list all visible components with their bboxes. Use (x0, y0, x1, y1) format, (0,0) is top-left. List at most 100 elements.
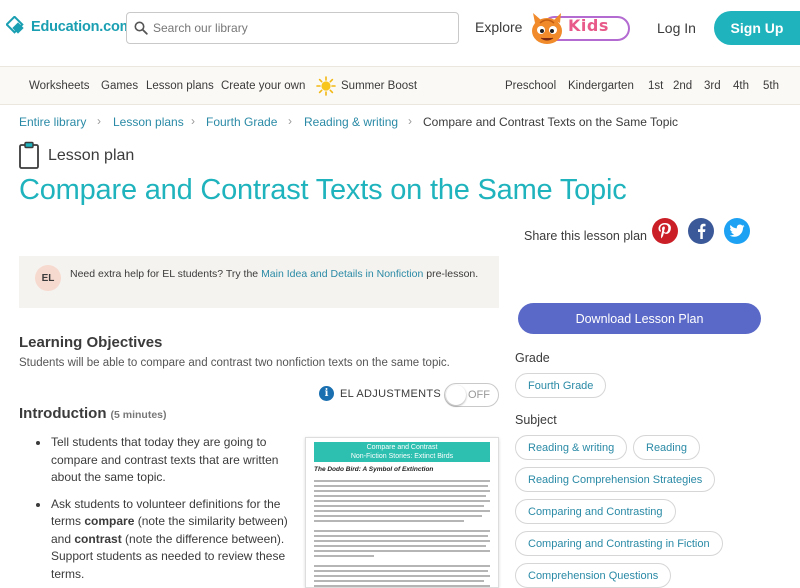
subject-tag[interactable]: Comparing and Contrasting in Fiction (515, 531, 723, 556)
share-label: Share this lesson plan (524, 229, 647, 243)
toggle-state: OFF (468, 389, 490, 401)
worksheet-text-line (314, 555, 374, 557)
term-compare: compare (84, 514, 135, 528)
worksheet-text-line (314, 575, 490, 577)
worksheet-text-line (314, 520, 464, 522)
worksheet-text-line (314, 505, 484, 507)
resource-type-label: Lesson plan (48, 147, 135, 164)
worksheet-text-line (314, 540, 490, 542)
worksheet-text-line (314, 485, 488, 487)
worksheet-text-line (314, 515, 482, 517)
worksheet-text-line (314, 550, 490, 552)
worksheet-text-line (314, 535, 488, 537)
nav-worksheets[interactable]: Worksheets (29, 80, 90, 92)
subject-tag[interactable]: Reading (633, 435, 700, 460)
worksheet-text-line (314, 500, 490, 502)
breadcrumb-item[interactable]: Lesson plans (113, 115, 184, 129)
subject-tag[interactable]: Reading Comprehension Strategies (515, 467, 716, 492)
introduction-title: Introduction (19, 405, 107, 422)
search-icon[interactable] (129, 13, 153, 43)
chevron-right-icon: › (191, 114, 195, 128)
logo-icon (5, 15, 28, 38)
subject-tag[interactable]: Comprehension Questions (515, 563, 672, 588)
worksheet-text-line (314, 565, 490, 567)
worksheet-banner: Compare and Contrast Non-Fiction Stories… (314, 442, 490, 462)
kids-mascot-icon (532, 13, 562, 44)
worksheet-text-line (314, 510, 490, 512)
nav-grade-5th[interactable]: 5th (763, 80, 779, 92)
el-support-note: EL Need extra help for EL students? Try … (19, 256, 499, 308)
nav-grade-2nd[interactable]: 2nd (673, 80, 692, 92)
worksheet-banner-title: Compare and Contrast (366, 444, 438, 451)
nav-grade-1st[interactable]: 1st (648, 80, 663, 92)
el-note-text: Need extra help for EL students? Try the… (70, 266, 480, 282)
worksheet-text-line (314, 530, 490, 532)
explore-link[interactable]: Explore (475, 19, 522, 35)
worksheet-text-line (314, 495, 486, 497)
nav-grade-preschool[interactable]: Preschool (505, 80, 556, 92)
worksheet-text-line (314, 545, 486, 547)
clipboard-icon (19, 141, 39, 169)
kids-link[interactable]: Kids (528, 11, 632, 45)
list-item: Tell students that today they are going … (36, 434, 296, 487)
site-logo[interactable]: Education.com (5, 15, 133, 38)
el-pre-lesson-link[interactable]: Main Idea and Details in Nonfiction (261, 268, 423, 280)
objectives-text: Students will be able to compare and con… (19, 357, 450, 369)
sun-icon (316, 76, 336, 96)
pinterest-share-button[interactable] (652, 218, 678, 244)
twitter-icon (729, 224, 745, 237)
nav-games[interactable]: Games (101, 80, 138, 92)
nav-grade-kindergarten[interactable]: Kindergarten (568, 80, 634, 92)
toggle-knob (446, 385, 466, 405)
worksheet-banner-subtitle: Non-Fiction Stories: Extinct Birds (350, 453, 454, 460)
subject-heading: Subject (515, 413, 557, 427)
nav-lesson-plans[interactable]: Lesson plans (146, 80, 214, 92)
nav-create-your-own[interactable]: Create your own (221, 80, 305, 92)
grade-tag[interactable]: Fourth Grade (515, 373, 607, 398)
facebook-share-button[interactable] (688, 218, 714, 244)
twitter-share-button[interactable] (724, 218, 750, 244)
worksheet-preview[interactable]: Compare and Contrast Non-Fiction Stories… (305, 437, 499, 588)
term-contrast: contrast (74, 531, 122, 546)
kids-label: Kids (568, 16, 609, 35)
list-item: Ask students to volunteer definitions fo… (36, 496, 296, 584)
breadcrumb-item[interactable]: Entire library (19, 115, 86, 129)
el-adjustments-toggle[interactable]: OFF (444, 383, 499, 407)
nav-grade-4th[interactable]: 4th (733, 80, 749, 92)
worksheet-text-line (314, 585, 490, 587)
signup-button[interactable]: Sign Up (714, 11, 800, 45)
worksheet-text-line (314, 580, 484, 582)
facebook-icon (698, 223, 706, 239)
breadcrumb-item[interactable]: Reading & writing (304, 115, 398, 129)
breadcrumb-current: Compare and Contrast Texts on the Same T… (423, 115, 679, 129)
search-box (126, 12, 459, 44)
pinterest-icon (658, 223, 671, 239)
worksheet-story-title: The Dodo Bird: A Symbol of Extinction (314, 466, 434, 473)
chevron-right-icon: › (97, 114, 101, 128)
login-link[interactable]: Log In (657, 20, 696, 36)
subject-tag[interactable]: Comparing and Contrasting (515, 499, 676, 524)
el-note-prefix: Need extra help for EL students? Try the (70, 268, 262, 280)
main-nav: Worksheets Games Lesson plans Create you… (0, 66, 800, 105)
site-header: Education.com Explore Kids Log In Sign U… (0, 0, 800, 58)
logo-text: Education.com (31, 19, 133, 35)
breadcrumb-item[interactable]: Fourth Grade (206, 115, 277, 129)
introduction-duration: (5 minutes) (110, 409, 167, 421)
worksheet-text-line (314, 480, 490, 482)
worksheet-text-line (314, 490, 490, 492)
el-badge: EL (35, 265, 61, 291)
subject-tag[interactable]: Reading & writing (515, 435, 628, 460)
nav-grade-3rd[interactable]: 3rd (704, 80, 721, 92)
chevron-right-icon: › (288, 114, 292, 128)
download-lesson-plan-button[interactable]: Download Lesson Plan (518, 303, 761, 334)
grade-heading: Grade (515, 351, 550, 365)
introduction-heading: Introduction (5 minutes) (19, 405, 167, 422)
nav-summer-boost[interactable]: Summer Boost (341, 80, 417, 92)
introduction-list: Tell students that today they are going … (36, 434, 296, 588)
info-icon[interactable]: i (319, 386, 334, 401)
search-input[interactable] (153, 21, 443, 35)
el-note-suffix: pre-lesson. (423, 268, 479, 280)
objectives-heading: Learning Objectives (19, 334, 163, 351)
el-adjustments-label: EL ADJUSTMENTS (340, 388, 441, 400)
chevron-right-icon: › (408, 114, 412, 128)
